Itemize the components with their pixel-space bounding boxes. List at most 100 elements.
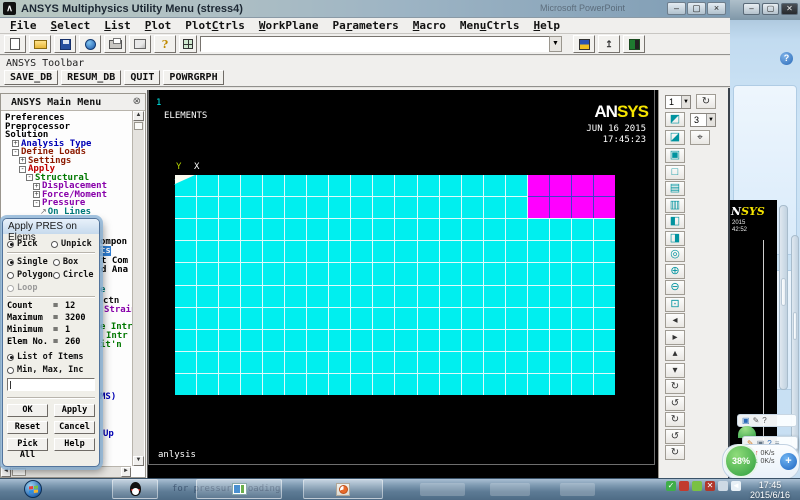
- menu-item-on-lines[interactable]: ↗ On Lines: [5, 207, 107, 217]
- security-center-icon[interactable]: [679, 481, 689, 491]
- mode-list-of-items-radio[interactable]: List of Items: [7, 352, 95, 362]
- scroll-right-button[interactable]: ►: [121, 467, 131, 477]
- antivirus-shield-icon[interactable]: ✓: [666, 481, 676, 491]
- isometric-view-button[interactable]: ◩: [665, 112, 685, 127]
- plot-window-select[interactable]: 1 ▼: [665, 94, 691, 109]
- zoom-model-button[interactable]: ◎: [665, 247, 685, 262]
- menu-help[interactable]: Help: [531, 19, 562, 33]
- top-view-button[interactable]: ▤: [665, 181, 685, 196]
- command-input[interactable]: [200, 36, 560, 52]
- element-list-input[interactable]: [7, 378, 95, 391]
- speed-percent-ball[interactable]: 38%: [724, 444, 758, 478]
- bg-maximize-button[interactable]: ▢: [762, 3, 779, 15]
- menu-menuctrls[interactable]: MenuCtrls: [458, 19, 522, 33]
- pick-all-button[interactable]: Pick All: [7, 438, 48, 460]
- new-file-button[interactable]: [4, 35, 26, 53]
- boost-button[interactable]: +: [780, 453, 797, 470]
- expand-icon[interactable]: +: [33, 182, 40, 190]
- maximize-button[interactable]: ▢: [687, 2, 706, 15]
- bg-minimize-button[interactable]: –: [743, 3, 760, 15]
- pan-down-button[interactable]: ▾: [665, 362, 685, 378]
- collapse-icon[interactable]: -: [33, 199, 40, 207]
- bg-scrollbar[interactable]: [779, 205, 788, 390]
- bg-scrollbar-2[interactable]: [791, 235, 799, 470]
- scroll-thumb[interactable]: [134, 122, 143, 130]
- menu-parameters[interactable]: Parameters: [330, 19, 400, 33]
- reset-picking-button[interactable]: ↥: [598, 35, 620, 53]
- menu-list[interactable]: List: [102, 19, 133, 33]
- command-history-dropdown[interactable]: ▼: [549, 36, 562, 52]
- network-error-icon[interactable]: ✕: [705, 481, 715, 491]
- pan-zoom-rotate-button[interactable]: [79, 35, 101, 53]
- box-zoom-button[interactable]: ⊡: [665, 296, 685, 312]
- left-view-button[interactable]: ◧: [665, 214, 685, 229]
- front-view-button[interactable]: ▣: [665, 148, 685, 163]
- expand-icon[interactable]: +: [12, 140, 19, 148]
- apply-button[interactable]: Apply: [54, 404, 95, 417]
- menu-item-settings[interactable]: + Settings: [5, 156, 107, 166]
- menu-select[interactable]: Select: [49, 19, 93, 33]
- main-menu-horizontal-scrollbar[interactable]: ◄ ►: [1, 466, 131, 477]
- shape-circle-radio[interactable]: Circle: [52, 270, 95, 280]
- mode-min-max-inc-radio[interactable]: Min, Max, Inc: [7, 365, 95, 375]
- cancel-button[interactable]: Cancel: [54, 421, 95, 434]
- taskbar-qq-button[interactable]: [112, 479, 158, 499]
- command-toggle-button[interactable]: [179, 35, 197, 53]
- scroll-left-button[interactable]: ◄: [1, 467, 11, 477]
- save-db-button[interactable]: [54, 35, 76, 53]
- taskbar-clock[interactable]: 17:45 2015/6/16: [744, 480, 796, 500]
- menu-plot[interactable]: Plot: [143, 19, 174, 33]
- expand-icon[interactable]: +: [33, 191, 40, 199]
- contact-manager-button[interactable]: [623, 35, 645, 53]
- zoom-out-button[interactable]: ⊖: [665, 280, 685, 295]
- rotate-minus-x-button[interactable]: ↺: [665, 395, 685, 411]
- shape-box-radio[interactable]: Box: [52, 257, 95, 267]
- shape-single-radio[interactable]: Single: [7, 257, 53, 267]
- rotate-plus-x-button[interactable]: ↻: [665, 379, 685, 394]
- back-view-button[interactable]: □: [665, 164, 685, 180]
- ok-button[interactable]: OK: [7, 404, 48, 417]
- graphics-window[interactable]: 1 ELEMENTS ANSYS JUN 16 2015 17:45:23 Y …: [147, 90, 658, 478]
- reset-button[interactable]: Reset: [7, 421, 48, 434]
- menu-workplane[interactable]: WorkPlane: [257, 19, 321, 33]
- menu-macro[interactable]: Macro: [411, 19, 448, 33]
- rotate-plus-y-button[interactable]: ↻: [665, 412, 685, 427]
- selected-elements[interactable]: [528, 175, 615, 218]
- start-button[interactable]: [24, 480, 42, 498]
- view-select[interactable]: 3 ▼: [690, 112, 716, 127]
- pan-left-button[interactable]: ◂: [665, 313, 685, 328]
- pan-up-button[interactable]: ▴: [665, 346, 685, 361]
- report-capture-button[interactable]: [129, 35, 151, 53]
- help-icon[interactable]: ?: [780, 52, 793, 65]
- help-button[interactable]: ?: [154, 35, 176, 53]
- scroll-down-button[interactable]: ▼: [133, 456, 144, 466]
- menu-file[interactable]: File: [8, 19, 39, 33]
- close-button[interactable]: ×: [707, 2, 726, 15]
- pick-unpick-radio[interactable]: Unpick: [51, 239, 95, 249]
- network-icon[interactable]: [718, 481, 728, 491]
- right-view-button[interactable]: ◨: [665, 230, 685, 246]
- dialog-title[interactable]: Apply PRES on Elems: [3, 219, 99, 243]
- taskbar-viewer-button[interactable]: [196, 479, 282, 499]
- bg-close-button[interactable]: ✕: [781, 3, 798, 15]
- collapse-icon[interactable]: -: [12, 148, 19, 156]
- pin-icon[interactable]: ⊗: [133, 96, 141, 107]
- taskbar-powerpoint-button[interactable]: [303, 479, 383, 499]
- dynamic-rotate-button[interactable]: ↻: [696, 94, 716, 109]
- open-file-button[interactable]: [29, 35, 51, 53]
- powrgrph-button[interactable]: POWRGRPH: [163, 70, 224, 85]
- h-scroll-thumb[interactable]: [12, 468, 26, 476]
- minimize-button[interactable]: –: [667, 2, 686, 15]
- oblique-view-button[interactable]: ◪: [665, 130, 685, 145]
- collapse-icon[interactable]: -: [26, 174, 33, 182]
- zoom-in-button[interactable]: ⊕: [665, 263, 685, 279]
- print-button[interactable]: [104, 35, 126, 53]
- main-menu-vertical-scrollbar[interactable]: ▲ ▼: [132, 111, 144, 466]
- quit-button[interactable]: QUIT: [124, 70, 161, 85]
- bottom-view-button[interactable]: ▥: [665, 197, 685, 213]
- pick-pick-radio[interactable]: Pick: [7, 239, 51, 249]
- pan-right-button[interactable]: ▸: [665, 329, 685, 345]
- speedup-ball-icon[interactable]: [692, 481, 702, 491]
- menu-plotctrls[interactable]: PlotCtrls: [183, 19, 247, 33]
- help-button[interactable]: Help: [54, 438, 95, 451]
